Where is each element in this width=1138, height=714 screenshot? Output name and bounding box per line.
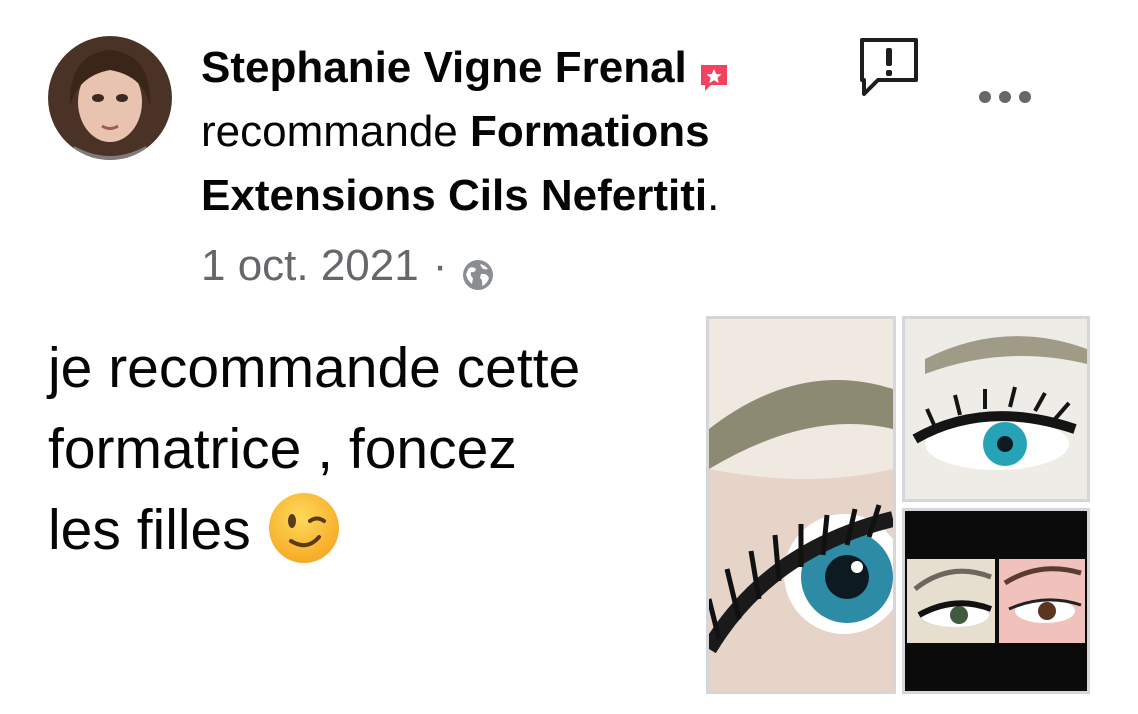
post-text-line: formatrice , foncez [48,417,517,481]
post-header: Stephanie Vigne Frenal recommande Format… [201,36,841,228]
winking-face-emoji-icon [267,491,341,565]
page-name-link[interactable]: Formations [470,107,710,156]
globe-icon [461,248,495,291]
author-avatar[interactable] [48,36,172,160]
report-icon[interactable] [858,36,920,98]
more-options-icon[interactable] [976,82,1034,112]
photo-eye-lashes[interactable] [902,316,1090,502]
page-name-link-continued[interactable]: Extensions Cils Nefertiti [201,171,707,220]
post-body: je recommande cette formatrice , foncez … [48,328,688,571]
recommendation-badge-icon [697,49,731,92]
action-text: recommande [201,107,458,156]
meta-separator: · [432,241,448,290]
photo-before-after[interactable] [902,508,1090,694]
post-meta: 1 oct. 2021 · [201,236,495,296]
post-text-line: je recommande cette [48,336,581,400]
period: . [707,171,720,220]
post-date[interactable]: 1 oct. 2021 [201,241,419,290]
post-text-line: les filles [48,498,251,562]
author-name[interactable]: Stephanie Vigne Frenal [201,43,687,92]
photo-eye-closeup[interactable] [706,316,896,694]
